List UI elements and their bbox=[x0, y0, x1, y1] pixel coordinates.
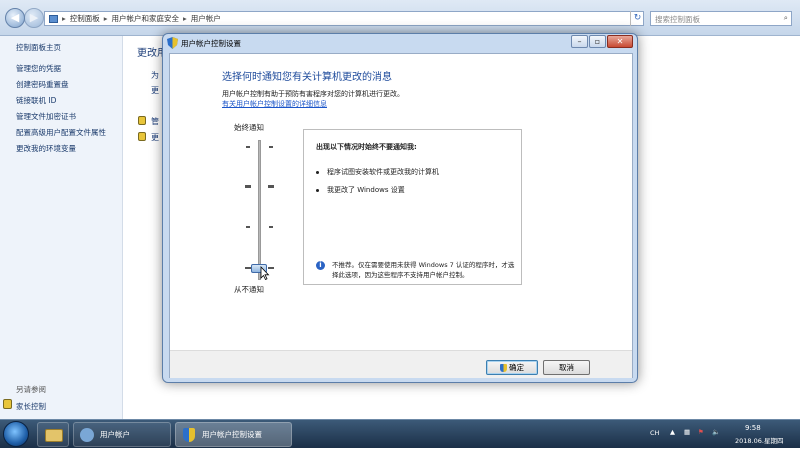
uac-shield-icon bbox=[183, 428, 195, 442]
dialog-title: 用户帐户控制设置 bbox=[181, 39, 241, 48]
dialog-body: 选择何时通知您有关计算机更改的消息 用户帐户控制有助于预防有害程序对您的计算机进… bbox=[169, 53, 633, 378]
control-panel-icon bbox=[49, 14, 58, 23]
sidebar-link[interactable]: 创建密码重置盘 bbox=[16, 79, 69, 90]
info-item: 程序试图安装软件或更改我的计算机 bbox=[316, 167, 439, 177]
dialog-heading: 选择何时通知您有关计算机更改的消息 bbox=[222, 72, 392, 83]
chevron-right-icon: ▸ bbox=[183, 14, 187, 23]
slider-tick bbox=[269, 146, 273, 148]
notification-slider[interactable] bbox=[258, 140, 261, 280]
info-item: 我更改了 Windows 设置 bbox=[316, 185, 405, 195]
main-link[interactable]: 更 bbox=[151, 85, 159, 96]
sidebar-link[interactable]: 管理文件加密证书 bbox=[16, 111, 76, 122]
sidebar-link[interactable]: 更改我的环境变量 bbox=[16, 143, 76, 154]
uac-shield-icon bbox=[167, 37, 178, 49]
breadcrumb-item[interactable]: 用户帐户 bbox=[191, 13, 221, 24]
dialog-description: 用户帐户控制有助于预防有害程序对您的计算机进行更改。 bbox=[222, 90, 404, 98]
taskbar-item-label: 用户帐户控制设置 bbox=[202, 430, 262, 439]
main-link[interactable]: 为 bbox=[151, 70, 159, 81]
slider-tick bbox=[245, 185, 251, 188]
start-button[interactable] bbox=[3, 421, 29, 447]
sidebar-link[interactable]: 链接联机 ID bbox=[16, 95, 56, 106]
address-bar-area: ◀ ▶ ▸ 控制面板 ▸ 用户帐户和家庭安全 ▸ 用户帐户 ↻ 搜索控制面板 ⌕ bbox=[0, 0, 800, 36]
taskbar-item-user-accounts[interactable]: 用户帐户 bbox=[73, 422, 171, 447]
chevron-right-icon: ▸ bbox=[62, 14, 66, 23]
network-icon[interactable]: ▦ bbox=[684, 428, 690, 436]
taskbar-item-uac-settings[interactable]: 用户帐户控制设置 bbox=[175, 422, 292, 447]
slider-tick bbox=[269, 226, 273, 228]
back-button[interactable]: ◀ bbox=[5, 8, 25, 28]
close-button[interactable]: ✕ bbox=[607, 35, 633, 48]
mouse-pointer-icon bbox=[260, 266, 270, 280]
users-icon bbox=[80, 428, 94, 442]
slider-tick bbox=[246, 226, 250, 228]
taskbar-item-label: 用户帐户 bbox=[100, 430, 130, 439]
search-input[interactable]: 搜索控制面板 ⌕ bbox=[650, 11, 792, 26]
breadcrumb-item[interactable]: 控制面板 bbox=[70, 13, 100, 24]
ok-button[interactable]: 确定 bbox=[486, 360, 538, 375]
forward-button[interactable]: ▶ bbox=[24, 8, 44, 28]
info-heading: 出现以下情况时始终不要通知我: bbox=[316, 143, 417, 151]
system-tray: CH ▲ ▦ ⚑ 🔈 9:58 2018.06.星期四 bbox=[650, 420, 800, 449]
slider-bottom-label: 从不通知 bbox=[234, 285, 264, 294]
address-field[interactable]: ▸ 控制面板 ▸ 用户帐户和家庭安全 ▸ 用户帐户 bbox=[44, 11, 644, 26]
breadcrumb-item[interactable]: 用户帐户和家庭安全 bbox=[112, 13, 180, 24]
taskbar: 用户帐户 用户帐户控制设置 CH ▲ ▦ ⚑ 🔈 9:58 2018.06.星期… bbox=[0, 419, 800, 448]
cancel-button[interactable]: 取消 bbox=[543, 360, 590, 375]
refresh-icon[interactable]: ↻ bbox=[630, 11, 644, 26]
slider-top-label: 始终通知 bbox=[234, 123, 264, 132]
action-center-icon[interactable]: ⚑ bbox=[698, 428, 704, 436]
info-icon: i bbox=[316, 261, 325, 270]
sidebar-link[interactable]: 控制面板主页 bbox=[16, 42, 61, 53]
taskbar-explorer-button[interactable] bbox=[37, 422, 69, 447]
minimize-button[interactable]: – bbox=[571, 35, 588, 48]
shield-icon bbox=[3, 399, 12, 409]
clock-date[interactable]: 2018.06.星期四 bbox=[735, 435, 783, 445]
dialog-titlebar[interactable]: 用户帐户控制设置 – ▫ ✕ bbox=[163, 34, 637, 52]
uac-shield-icon bbox=[500, 364, 507, 372]
language-indicator[interactable]: CH bbox=[650, 429, 659, 437]
main-link[interactable]: 更 bbox=[151, 132, 159, 143]
shield-icon bbox=[138, 132, 146, 141]
see-also-heading: 另请参阅 bbox=[16, 385, 46, 394]
search-placeholder: 搜索控制面板 bbox=[655, 15, 700, 24]
uac-settings-dialog: 用户帐户控制设置 – ▫ ✕ 选择何时通知您有关计算机更改的消息 用户帐户控制有… bbox=[162, 33, 638, 383]
slider-tick bbox=[268, 185, 274, 188]
sidebar-link[interactable]: 管理您的凭据 bbox=[16, 63, 61, 74]
maximize-button[interactable]: ▫ bbox=[589, 35, 606, 48]
sidebar: 控制面板主页 管理您的凭据 创建密码重置盘 链接联机 ID 管理文件加密证书 配… bbox=[0, 36, 123, 419]
tray-expand-icon[interactable]: ▲ bbox=[670, 428, 675, 436]
shield-icon bbox=[138, 116, 146, 125]
sidebar-link[interactable]: 配置高级用户配置文件属性 bbox=[16, 127, 106, 138]
level-description-box: 出现以下情况时始终不要通知我: 程序试图安装软件或更改我的计算机 我更改了 Wi… bbox=[303, 129, 522, 285]
warning-note: 不推荐。仅在需要使用未获得 Windows 7 认证的程序时，才选择此选项，因为… bbox=[332, 261, 515, 279]
parental-controls-link[interactable]: 家长控制 bbox=[16, 401, 46, 412]
ok-label: 确定 bbox=[509, 363, 524, 372]
search-icon: ⌕ bbox=[783, 13, 788, 22]
clock-time[interactable]: 9:58 bbox=[745, 424, 761, 432]
details-link[interactable]: 有关用户帐户控制设置的详细信息 bbox=[222, 99, 327, 109]
volume-icon[interactable]: 🔈 bbox=[712, 428, 720, 436]
folder-icon bbox=[45, 429, 63, 442]
main-link[interactable]: 管 bbox=[151, 116, 159, 127]
slider-tick bbox=[246, 146, 250, 148]
chevron-right-icon: ▸ bbox=[103, 14, 108, 23]
